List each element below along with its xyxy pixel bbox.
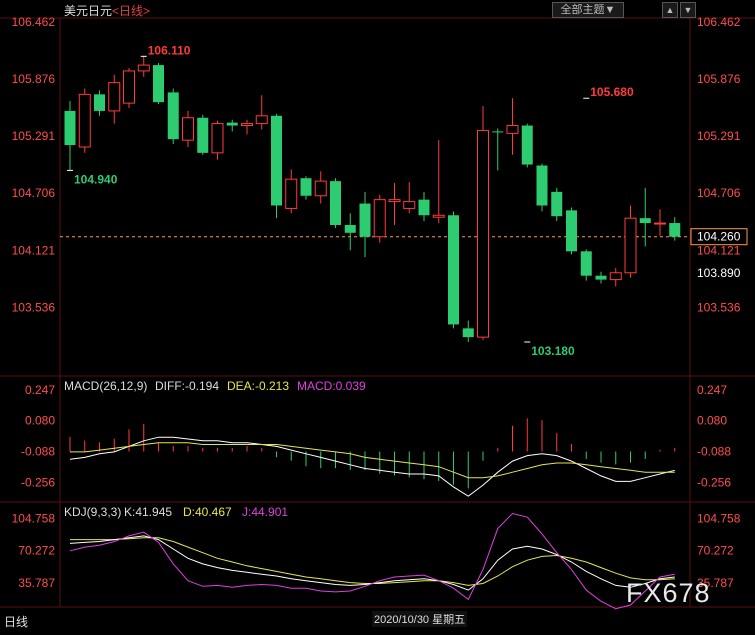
macd-tick-right: 0.080	[697, 414, 727, 428]
candle-body	[300, 178, 312, 196]
price-tick-left: 105.291	[12, 129, 56, 143]
macd-dif-line	[69, 436, 675, 497]
theme-dropdown[interactable]: 全部主题▼	[552, 2, 624, 18]
candle-body	[595, 275, 607, 280]
candle-body	[64, 110, 76, 146]
candle-body	[108, 82, 121, 112]
candle-body	[241, 123, 253, 127]
macd-dif-label: DIFF:-0.194	[155, 379, 219, 393]
candle-body	[521, 125, 533, 165]
candle-body	[255, 115, 268, 125]
candle-body	[373, 199, 386, 238]
kdj-tick-right: 104.758	[697, 511, 741, 525]
macd-tick-left: 0.080	[25, 414, 55, 428]
candle-body	[123, 70, 135, 104]
chart-svg: 106.462 106.462 105.876 105.876 105.291 105.2…	[0, 15, 755, 610]
candle-body	[580, 251, 592, 276]
candle-body	[344, 224, 356, 233]
candle-body	[448, 215, 459, 325]
candle-body	[94, 94, 105, 111]
macd-tick-right: -0.088	[697, 445, 731, 459]
candle-body	[669, 223, 681, 237]
price-tick-left: 105.876	[12, 72, 56, 86]
candle-body	[137, 64, 150, 72]
macd-tick-left: -0.088	[21, 445, 55, 459]
kdj-tick-right: 70.272	[697, 544, 734, 558]
candle-body	[432, 214, 445, 218]
candle-body	[654, 222, 666, 225]
chart-stage: 106.462 106.462 105.876 105.876 105.291 105.2…	[0, 0, 755, 630]
symbol-title: 美元日元	[64, 4, 113, 18]
candle-body	[226, 122, 238, 126]
candle-body	[330, 181, 341, 225]
candle-body	[388, 199, 401, 203]
price-tick-right: 104.121	[697, 243, 741, 257]
candle-body	[477, 129, 489, 338]
price-tick-right: 106.462	[697, 15, 741, 29]
candle-body	[271, 115, 282, 206]
candle-body	[285, 178, 298, 209]
current-price-label: 104.260	[697, 230, 741, 244]
kdj-k-line	[69, 535, 675, 591]
candle-body	[211, 123, 224, 154]
extreme-label: 105.680	[590, 85, 634, 99]
candle-body	[639, 218, 651, 224]
price-tick-left: 106.462	[12, 15, 56, 29]
candle-body	[359, 203, 371, 237]
kdj-d-label: D:40.467	[183, 505, 232, 519]
candle-body	[506, 125, 519, 134]
price-tick-left: 104.121	[12, 243, 56, 257]
period-subtitle: <日线>	[112, 4, 151, 18]
price-tick-right: 105.291	[697, 129, 741, 143]
price-tick-right: 105.876	[697, 72, 741, 86]
candle-body	[536, 165, 548, 206]
macd-tick-left: 0.247	[25, 383, 55, 397]
crosshair-date: 2020/10/30 星期五	[372, 611, 468, 627]
extreme-label: 104.940	[74, 172, 118, 186]
candle-body	[167, 92, 179, 140]
candle-body	[153, 65, 164, 103]
candle-body	[609, 272, 622, 281]
candle-body	[182, 117, 194, 141]
macd-tick-right: -0.256	[697, 476, 731, 490]
scroll-down-button[interactable]: ▼	[680, 2, 696, 18]
macd-value-label: MACD:0.039	[297, 379, 366, 393]
macd-dea-label: DEA:-0.213	[227, 379, 289, 393]
kdj-k-label: K:41.945	[124, 505, 172, 519]
price-tick-right: 103.536	[697, 300, 741, 314]
candle-body	[551, 191, 563, 217]
extreme-label: 106.110	[148, 43, 191, 57]
price-tick-left: 104.706	[12, 186, 56, 200]
kdj-tick-left: 104.758	[12, 511, 56, 525]
macd-tick-right: 0.247	[697, 383, 727, 397]
kdj-title: KDJ(9,3,3)	[64, 505, 121, 519]
candle-body	[78, 93, 91, 148]
candle-body	[197, 117, 209, 153]
candle-body	[418, 199, 430, 216]
candle-body	[403, 201, 416, 209]
watermark-logo: FX678	[626, 578, 711, 608]
kdj-j-label: J:44.901	[242, 505, 288, 519]
period-button[interactable]: 日线	[4, 613, 28, 630]
macd-tick-left: -0.256	[21, 476, 55, 490]
candle-body	[624, 217, 637, 274]
candle-body	[492, 131, 504, 133]
price-tick-right: 104.706	[697, 186, 741, 200]
level-label: 103.890	[697, 266, 741, 280]
kdj-tick-left: 70.272	[18, 544, 55, 558]
scroll-up-button[interactable]: ▲	[662, 2, 678, 18]
macd-dea-line	[70, 442, 675, 479]
macd-title: MACD(26,12,9)	[64, 379, 147, 393]
kdj-tick-left: 35.787	[18, 576, 55, 590]
chart-header: 美元日元<日线>	[64, 2, 150, 19]
candle-body	[314, 180, 327, 197]
extreme-label: 103.180	[531, 344, 575, 358]
candle-body	[566, 210, 577, 252]
candle-body	[462, 328, 474, 338]
price-tick-left: 103.536	[12, 300, 56, 314]
